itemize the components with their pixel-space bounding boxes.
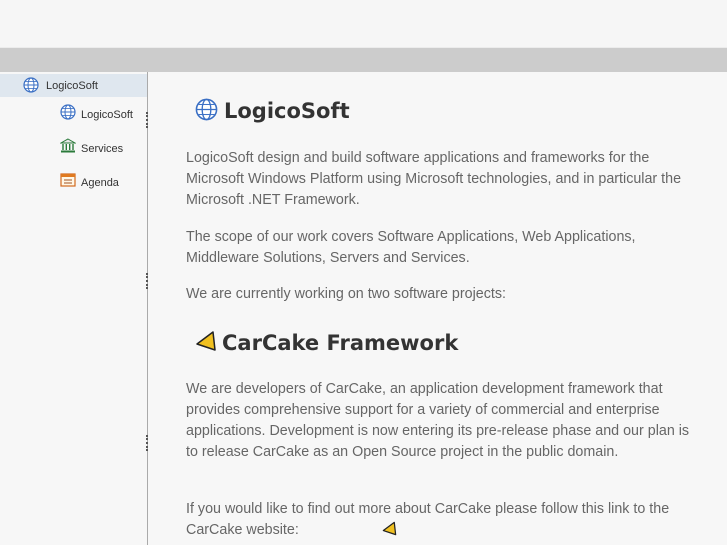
app-window: LogicoSoft LogicoSoft Services Agenda Lo… bbox=[0, 0, 727, 545]
calendar-icon bbox=[60, 172, 76, 193]
page-title: LogicoSoft bbox=[224, 99, 350, 123]
main-content: LogicoSoft LogicoSoft design and build s… bbox=[148, 72, 727, 545]
carcake-website-link-icon[interactable] bbox=[382, 521, 397, 541]
bank-icon bbox=[59, 138, 77, 159]
sidebar-root-label: LogicoSoft bbox=[46, 80, 98, 92]
intro-paragraph: LogicoSoft design and build software app… bbox=[186, 150, 682, 208]
sidebar-item-label: Services bbox=[81, 143, 124, 155]
sidebar-item-root[interactable]: LogicoSoft bbox=[0, 74, 147, 97]
globe-icon bbox=[195, 98, 218, 126]
carcake-title: CarCake Framework bbox=[222, 331, 459, 355]
menu-bar bbox=[0, 48, 727, 72]
globe-icon bbox=[60, 104, 76, 125]
carcake-description: We are developers of CarCake, an applica… bbox=[186, 381, 690, 460]
sidebar-item-services[interactable]: Services bbox=[55, 136, 145, 160]
sidebar-item-logicosoft[interactable]: LogicoSoft bbox=[55, 102, 145, 126]
sidebar-tree: LogicoSoft LogicoSoft Services Agenda bbox=[0, 72, 148, 545]
carcake-logo-icon bbox=[195, 330, 217, 357]
sidebar-item-agenda[interactable]: Agenda bbox=[55, 170, 145, 194]
scope-paragraph: The scope of our work covers Software Ap… bbox=[186, 229, 636, 266]
top-banner bbox=[0, 0, 727, 48]
sidebar-item-label: LogicoSoft bbox=[81, 109, 133, 121]
carcake-link-paragraph: If you would like to find out more about… bbox=[186, 501, 670, 538]
sidebar-item-label: Agenda bbox=[81, 177, 119, 189]
globe-icon bbox=[23, 77, 39, 98]
projects-paragraph: We are currently working on two software… bbox=[186, 286, 506, 302]
